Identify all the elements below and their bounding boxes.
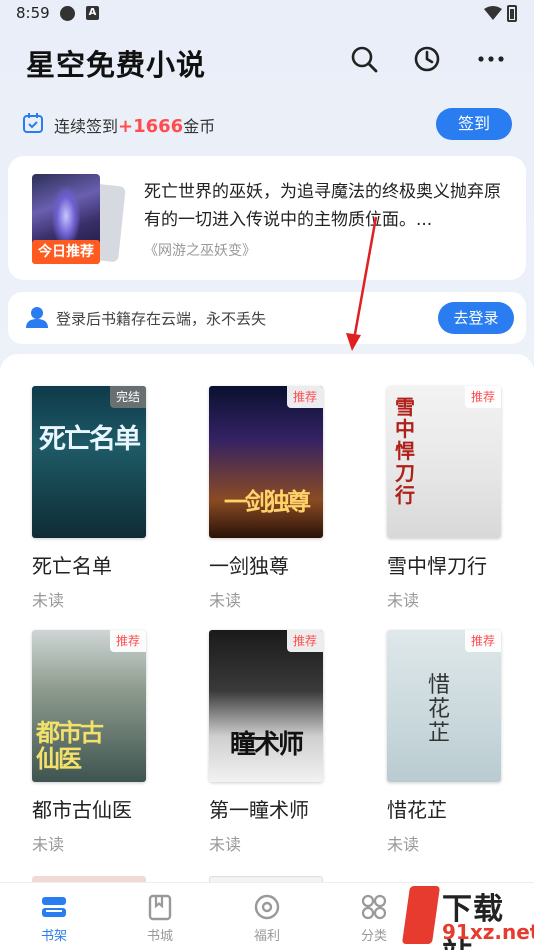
book-title: 雪中悍刀行 bbox=[387, 554, 487, 578]
book-item-5[interactable]: 瞳术师 推荐 第一瞳术师 未读 bbox=[209, 630, 327, 855]
wifi-icon bbox=[484, 6, 502, 20]
checkin-button[interactable]: 签到 bbox=[436, 108, 512, 140]
book-item-1[interactable]: 死亡名单 完结 死亡名单 未读 bbox=[32, 386, 150, 611]
book-item-6[interactable]: 惜花芷 推荐 惜花芷 未读 bbox=[387, 630, 505, 855]
recommend-book-name: 《网游之巫妖变》 bbox=[144, 243, 256, 259]
recommend-description: 死亡世界的巫妖，为追寻魔法的终极奥义抛弃原有的一切进入传说中的主物质位面。... bbox=[144, 182, 501, 230]
book-tag: 推荐 bbox=[286, 630, 323, 652]
book-item-2[interactable]: 一剑独尊 推荐 一剑独尊 未读 bbox=[209, 386, 327, 611]
recommend-badge: 今日推荐 bbox=[32, 240, 100, 264]
book-title: 惜花芷 bbox=[387, 798, 447, 822]
tab-label: 书架 bbox=[40, 929, 67, 944]
book-read-status: 未读 bbox=[32, 835, 65, 854]
watermark: 下载站 91xz.net bbox=[398, 884, 534, 950]
notification-a-icon: A bbox=[86, 6, 99, 20]
book-read-status: 未读 bbox=[209, 591, 242, 610]
user-icon bbox=[26, 307, 48, 328]
more-dots-icon[interactable] bbox=[476, 44, 506, 74]
book-tag: 推荐 bbox=[109, 630, 146, 652]
book-title: 死亡名单 bbox=[32, 554, 112, 578]
bookshelf-grid: 死亡名单 完结 死亡名单 未读 一剑独尊 推荐 一剑独尊 未读 雪中悍刀行 推荐… bbox=[0, 354, 534, 884]
book-cover[interactable]: 都市古仙医 推荐 bbox=[32, 630, 146, 782]
annotation-arrow bbox=[346, 216, 378, 351]
checkin-text: 连续签到+1666金币 bbox=[54, 113, 215, 137]
login-card: 登录后书籍存在云端，永不丢失 去登录 bbox=[8, 292, 526, 344]
book-cover[interactable]: 瞳术师 推荐 bbox=[209, 630, 323, 782]
book-tag: 推荐 bbox=[286, 386, 323, 408]
recommend-card[interactable]: 今日推荐 死亡世界的巫妖，为追寻魔法的终极奥义抛弃原有的一切进入传说中的主物质位… bbox=[8, 156, 526, 280]
calendar-check-icon bbox=[23, 113, 43, 133]
checkin-prefix: 连续签到 bbox=[54, 117, 119, 136]
login-hint: 登录后书籍存在云端，永不丢失 bbox=[56, 310, 267, 328]
book-title: 一剑独尊 bbox=[209, 554, 289, 578]
checkin-row: 连续签到+1666金币 签到 bbox=[22, 108, 512, 140]
book-item-3[interactable]: 雪中悍刀行 推荐 雪中悍刀行 未读 bbox=[387, 386, 505, 611]
cover-title-text: 一剑独尊 bbox=[224, 488, 311, 516]
book-read-status: 未读 bbox=[387, 835, 420, 854]
cover-title-text: 雪中悍刀行 bbox=[395, 395, 415, 507]
checkin-coins: +1666 bbox=[118, 116, 184, 137]
bookstore-icon bbox=[148, 894, 172, 921]
tab-bookstore[interactable]: 书城 bbox=[120, 893, 200, 944]
status-bar: 8:59 A bbox=[0, 0, 534, 28]
tab-bookshelf[interactable]: 书架 bbox=[14, 893, 94, 944]
book-title: 都市古仙医 bbox=[32, 798, 132, 822]
recommend-cover-figure bbox=[52, 186, 80, 246]
book-cover[interactable]: 一剑独尊 推荐 bbox=[209, 386, 323, 538]
bookshelf-icon bbox=[42, 897, 66, 917]
search-icon[interactable] bbox=[349, 44, 379, 74]
watermark-url: 91xz.net bbox=[442, 920, 534, 944]
status-time: 8:59 bbox=[16, 4, 50, 22]
cover-title-text: 都市古仙医 bbox=[36, 719, 104, 773]
book-title: 第一瞳术师 bbox=[209, 798, 309, 822]
cover-title-text: 惜花芷 bbox=[427, 673, 450, 746]
app-title: 星空免费小说 bbox=[26, 48, 207, 82]
book-item-4[interactable]: 都市古仙医 推荐 都市古仙医 未读 bbox=[32, 630, 150, 855]
history-clock-icon[interactable] bbox=[412, 44, 442, 74]
book-tag: 完结 bbox=[109, 386, 146, 408]
book-cover[interactable]: 死亡名单 完结 bbox=[32, 386, 146, 538]
welfare-icon bbox=[254, 894, 280, 920]
book-read-status: 未读 bbox=[387, 591, 420, 610]
watermark-logo bbox=[401, 886, 441, 944]
checkin-suffix: 金币 bbox=[183, 117, 216, 136]
book-read-status: 未读 bbox=[209, 835, 242, 854]
book-tag: 推荐 bbox=[464, 630, 501, 652]
tab-welfare[interactable]: 福利 bbox=[227, 893, 307, 944]
cover-title-text: 死亡名单 bbox=[39, 424, 141, 455]
login-button[interactable]: 去登录 bbox=[438, 302, 514, 334]
book-read-status: 未读 bbox=[32, 591, 65, 610]
tab-label: 福利 bbox=[253, 929, 280, 944]
book-tag: 推荐 bbox=[464, 386, 501, 408]
cover-title-text: 瞳术师 bbox=[229, 730, 304, 760]
book-cover[interactable]: 雪中悍刀行 推荐 bbox=[387, 386, 501, 538]
battery-icon bbox=[507, 5, 517, 22]
tab-label: 书城 bbox=[146, 929, 173, 944]
globe-icon bbox=[60, 6, 75, 21]
category-icon bbox=[361, 894, 387, 920]
book-cover[interactable]: 惜花芷 推荐 bbox=[387, 630, 501, 782]
